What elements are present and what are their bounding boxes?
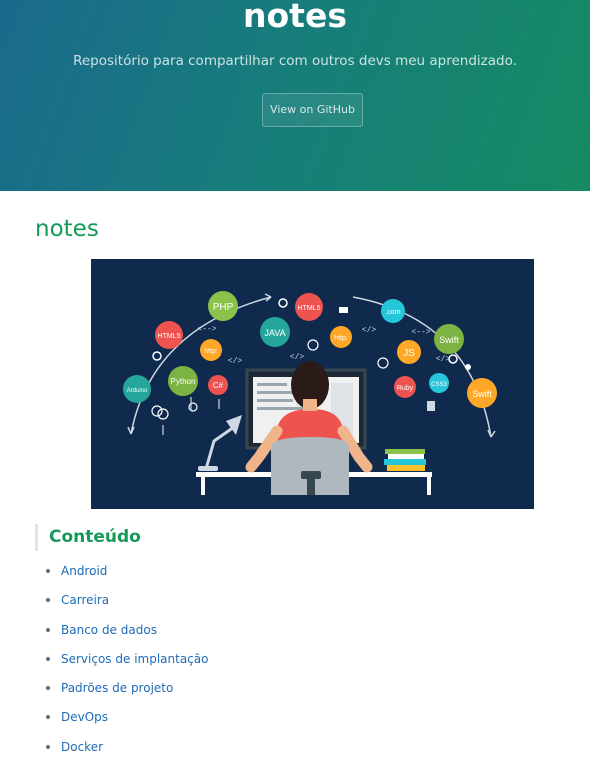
- page-header: notes Repositório para compartilhar com …: [0, 0, 590, 191]
- project-title: notes: [243, 0, 347, 35]
- bubble-label: JS: [403, 348, 415, 359]
- bubble-label: Arduino: [127, 388, 148, 394]
- code-tag: <-->: [411, 328, 430, 337]
- bubble-label: Ruby: [397, 385, 414, 392]
- code-tag: </>: [362, 326, 377, 335]
- bullet-icon: [46, 656, 50, 661]
- developer-illustration: PHP HTML5 JAVA HTML5 http: .com Swift ht…: [91, 259, 534, 509]
- bubble-label: http:: [334, 335, 348, 342]
- view-on-github-button[interactable]: View on GitHub: [262, 93, 363, 127]
- toc-link-android[interactable]: Android: [61, 560, 107, 582]
- bullet-icon: [46, 569, 50, 573]
- bubble-label: HTML5: [158, 333, 181, 340]
- toc-link-banco-de-dados[interactable]: Banco de dados: [61, 619, 157, 641]
- project-tagline: Repositório para compartilhar com outros…: [73, 53, 517, 69]
- bubble-label: HTML5: [298, 305, 321, 312]
- bubble-label: C#: [213, 381, 224, 390]
- page-title: notes: [35, 216, 99, 242]
- toc-heading: Conteúdo: [35, 524, 141, 551]
- bubble-label: JAVA: [264, 328, 285, 338]
- toc-link-devops[interactable]: DevOps: [61, 706, 108, 728]
- bubble-label: Python: [171, 377, 196, 386]
- bullet-icon: [46, 627, 50, 632]
- bullet-icon: [46, 686, 50, 691]
- bubble-label: http:: [204, 348, 218, 355]
- bubble-label: .com: [385, 309, 400, 316]
- code-tag: <-->: [197, 325, 216, 334]
- toc-link-carreira[interactable]: Carreira: [61, 589, 109, 611]
- banner-image: PHP HTML5 JAVA HTML5 http: .com Swift ht…: [91, 259, 534, 509]
- bubble-label: CSS3: [431, 382, 447, 388]
- code-tag: </>: [436, 355, 451, 364]
- toc-link-padroes-de-projeto[interactable]: Padrões de projeto: [61, 677, 173, 699]
- bullet-icon: [46, 598, 50, 603]
- toc-link-docker[interactable]: Docker: [61, 736, 103, 758]
- bullet-icon: [46, 715, 50, 720]
- code-tag: </>: [290, 353, 305, 362]
- code-tag: </>: [228, 357, 243, 366]
- bullet-icon: [46, 744, 50, 749]
- bubble-label: Swift: [439, 335, 459, 345]
- bubble-label: PHP: [213, 302, 234, 313]
- toc-link-servicos-de-implantacao[interactable]: Serviços de implantação: [61, 648, 208, 670]
- bubble-label: Swift: [472, 389, 492, 399]
